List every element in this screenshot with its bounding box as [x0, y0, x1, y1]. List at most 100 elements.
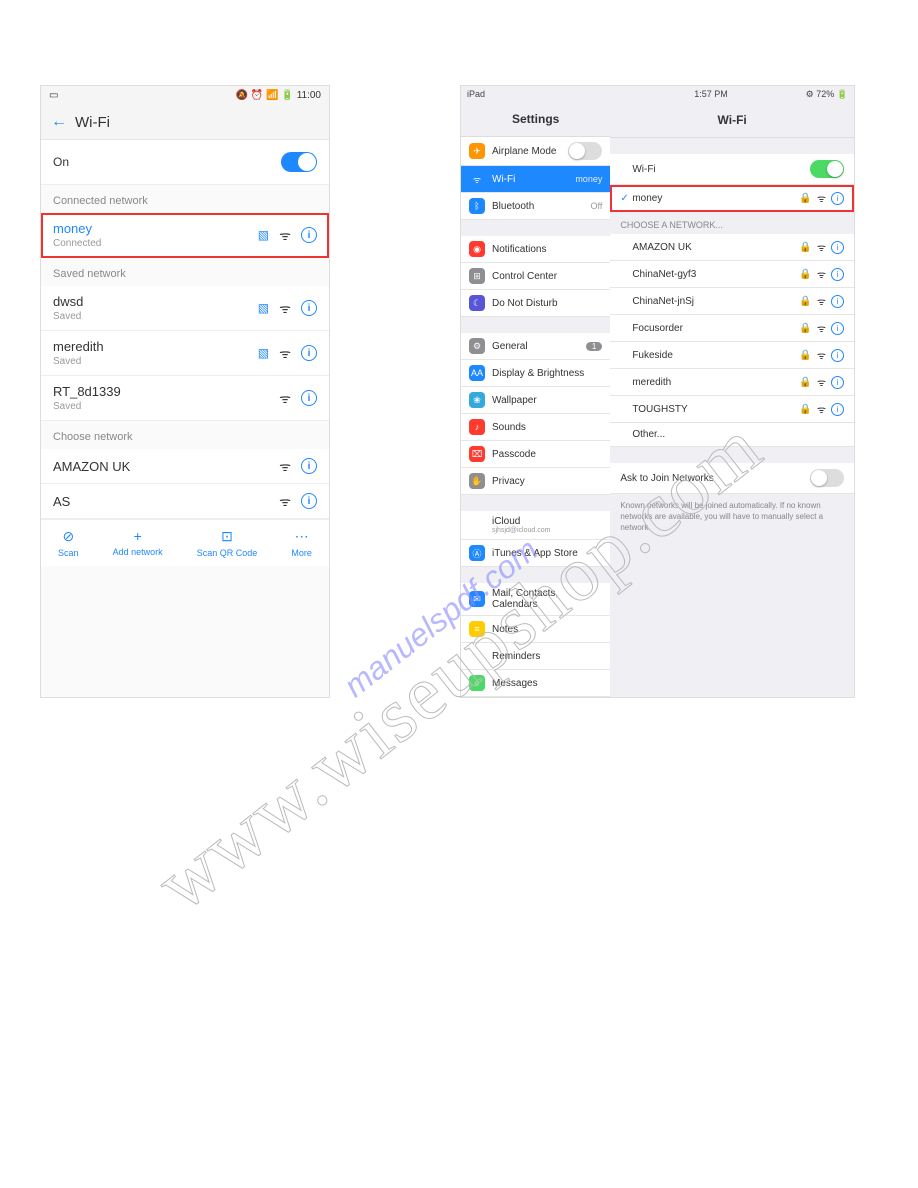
checkmark-icon: ✓	[620, 193, 632, 204]
network-row[interactable]: TOUGHSTY 🔒ᯤi	[610, 396, 854, 423]
wifi-signal-icon: ᯤ	[279, 299, 291, 317]
setting-icon: ❀	[469, 392, 485, 408]
sidebar-item[interactable]: ᛒ BluetoothOff	[461, 193, 610, 220]
info-icon[interactable]: i	[301, 390, 317, 406]
info-icon[interactable]: i	[301, 458, 317, 474]
network-row[interactable]: ChinaNet-jnSj 🔒ᯤi	[610, 288, 854, 315]
sidebar-item[interactable]: ♪ Sounds	[461, 414, 610, 441]
qr-icon[interactable]: ▧	[258, 228, 269, 242]
network-status: Saved	[53, 311, 83, 322]
info-icon[interactable]: i	[831, 376, 844, 389]
network-row[interactable]: Fukeside 🔒ᯤi	[610, 342, 854, 369]
saved-network-row[interactable]: meredith Saved ▧ ᯤ i	[41, 331, 329, 376]
wifi-signal-icon: ᯤ	[817, 348, 826, 362]
sidebar-item[interactable]: ✉ Mail, Contacts, Calendars	[461, 583, 610, 616]
setting-label: Airplane Mode	[492, 146, 556, 157]
info-icon[interactable]: i	[831, 192, 844, 205]
sidebar-item[interactable]: ᯤ Wi-Fimoney	[461, 166, 610, 193]
qr-icon[interactable]: ▧	[258, 346, 269, 360]
sidebar-item[interactable]: ✋ Privacy	[461, 468, 610, 495]
toolbar-button[interactable]: ⋯ More	[291, 528, 312, 558]
detail-title: Wi-Fi	[610, 103, 854, 138]
network-row[interactable]: Other...	[610, 423, 854, 447]
network-status: Saved	[53, 356, 104, 367]
info-icon[interactable]: i	[301, 345, 317, 361]
info-icon[interactable]: i	[831, 403, 844, 416]
back-icon[interactable]: ←	[51, 113, 67, 131]
setting-label: Bluetooth	[492, 201, 534, 212]
network-row[interactable]: meredith 🔒ᯤi	[610, 369, 854, 396]
info-icon[interactable]: i	[301, 227, 317, 243]
info-icon[interactable]: i	[301, 300, 317, 316]
network-name: meredith	[632, 377, 799, 388]
sidebar-item[interactable]: ⊞ Control Center	[461, 263, 610, 290]
qr-icon[interactable]: ▧	[258, 301, 269, 315]
network-row[interactable]: AMAZON UK 🔒ᯤi	[610, 234, 854, 261]
info-icon[interactable]: i	[301, 493, 317, 509]
choose-network-row[interactable]: AMAZON UK ᯤ i	[41, 449, 329, 484]
on-label: On	[53, 155, 69, 169]
connected-network-row[interactable]: money Connected ▧ ᯤ i	[41, 213, 329, 258]
connected-network-row[interactable]: ✓ money 🔒 ᯤ i	[610, 185, 854, 212]
section-saved: Saved network	[41, 258, 329, 286]
info-icon[interactable]: i	[831, 241, 844, 254]
lock-icon: 🔒	[799, 350, 811, 361]
setting-label: General	[492, 341, 528, 352]
wifi-toggle[interactable]	[281, 152, 317, 172]
setting-subtitle: sjhsjd@icloud.com	[492, 527, 550, 534]
sidebar-item[interactable]: ◉ Notifications	[461, 236, 610, 263]
wifi-signal-icon: ᯤ	[817, 294, 826, 308]
sidebar-item[interactable]: ≡ Notes	[461, 616, 610, 643]
wifi-signal-icon: ᯤ	[279, 492, 291, 510]
network-status: Connected	[53, 238, 101, 249]
setting-label: Privacy	[492, 476, 525, 487]
setting-icon: ᯤ	[469, 171, 485, 187]
toolbar-button[interactable]: ⊘ Scan	[58, 528, 79, 558]
setting-icon: ⊞	[469, 268, 485, 284]
wifi-signal-icon: ᯤ	[279, 389, 291, 407]
sidebar-item[interactable]: ○ Messages	[461, 670, 610, 697]
choose-network-label: CHOOSE A NETWORK...	[610, 212, 854, 234]
lock-icon: 🔒	[799, 193, 811, 204]
bottom-toolbar: ⊘ Scan + Add network ⊡ Scan QR Code ⋯ Mo…	[41, 519, 329, 566]
network-row[interactable]: ChinaNet-gyf3 🔒ᯤi	[610, 261, 854, 288]
page-title: Wi-Fi	[75, 114, 110, 131]
info-icon[interactable]: i	[831, 322, 844, 335]
setting-icon: ✈	[469, 143, 485, 159]
title-bar: ← Wi-Fi	[41, 105, 329, 140]
setting-label: Wallpaper	[492, 395, 537, 406]
sidebar-item[interactable]: ✈ Airplane Mode	[461, 137, 610, 166]
wifi-master-row[interactable]: Wi-Fi	[610, 154, 854, 185]
sidebar-item[interactable]: ☾ Do Not Disturb	[461, 290, 610, 317]
sidebar-item[interactable]: AA Display & Brightness	[461, 360, 610, 387]
sidebar-item[interactable]: Ⓐ iTunes & App Store	[461, 540, 610, 567]
network-status: Saved	[53, 401, 121, 412]
saved-network-row[interactable]: dwsd Saved ▧ ᯤ i	[41, 286, 329, 331]
info-icon[interactable]: i	[831, 295, 844, 308]
choose-network-row[interactable]: AS ᯤ i	[41, 484, 329, 519]
wifi-on-row[interactable]: On	[41, 140, 329, 185]
wifi-signal-icon: ᯤ	[817, 321, 826, 335]
info-icon[interactable]: i	[831, 268, 844, 281]
sidebar-item[interactable]: ❀ Wallpaper	[461, 387, 610, 414]
ask-join-row[interactable]: Ask to Join Networks	[610, 463, 854, 494]
setting-label: Sounds	[492, 422, 526, 433]
network-row[interactable]: Focusorder 🔒ᯤi	[610, 315, 854, 342]
sidebar-item[interactable]: ⚙ General1	[461, 333, 610, 360]
badge: 1	[586, 342, 602, 351]
setting-icon: ☾	[469, 295, 485, 311]
saved-network-row[interactable]: RT_8d1339 Saved ᯤ i	[41, 376, 329, 421]
network-name: Focusorder	[632, 323, 799, 334]
sidebar-item[interactable]: ⌧ Passcode	[461, 441, 610, 468]
wifi-signal-icon: ᯤ	[817, 375, 826, 389]
ask-toggle[interactable]	[810, 469, 844, 487]
toolbar-button[interactable]: + Add network	[113, 528, 163, 558]
setting-value: Off	[590, 201, 602, 211]
toolbar-button[interactable]: ⊡ Scan QR Code	[197, 528, 258, 558]
sidebar-item[interactable]: ⋮ Reminders	[461, 643, 610, 670]
sidebar-item[interactable]: ☁ iCloudsjhsjd@icloud.com	[461, 511, 610, 540]
wifi-toggle-on[interactable]	[810, 160, 844, 178]
sidebar-title: Settings	[461, 102, 610, 137]
info-icon[interactable]: i	[831, 349, 844, 362]
setting-toggle[interactable]	[568, 142, 602, 160]
